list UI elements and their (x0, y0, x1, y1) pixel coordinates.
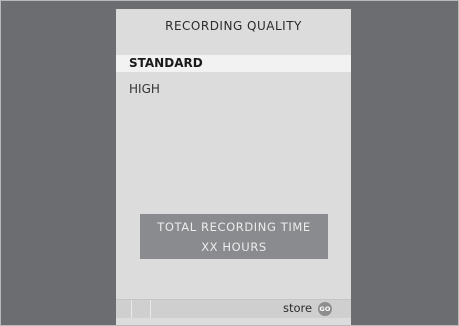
recording-time-label: TOTAL RECORDING TIME (157, 220, 311, 234)
recording-quality-menu: RECORDING QUALITY STANDARD HIGH TOTAL RE… (116, 9, 351, 325)
store-label[interactable]: store (283, 301, 312, 315)
footer-divider (131, 300, 132, 318)
footer-bar: store GO (116, 299, 351, 318)
option-standard[interactable]: STANDARD (116, 55, 351, 72)
menu-title: RECORDING QUALITY (165, 19, 302, 33)
footer-divider (150, 300, 151, 318)
go-button-icon[interactable]: GO (318, 302, 332, 316)
tv-screen-frame: RECORDING QUALITY STANDARD HIGH TOTAL RE… (0, 0, 459, 326)
recording-time-value: XX HOURS (201, 240, 267, 254)
option-high[interactable]: HIGH (116, 81, 351, 98)
recording-time-info: TOTAL RECORDING TIME XX HOURS (140, 214, 328, 259)
